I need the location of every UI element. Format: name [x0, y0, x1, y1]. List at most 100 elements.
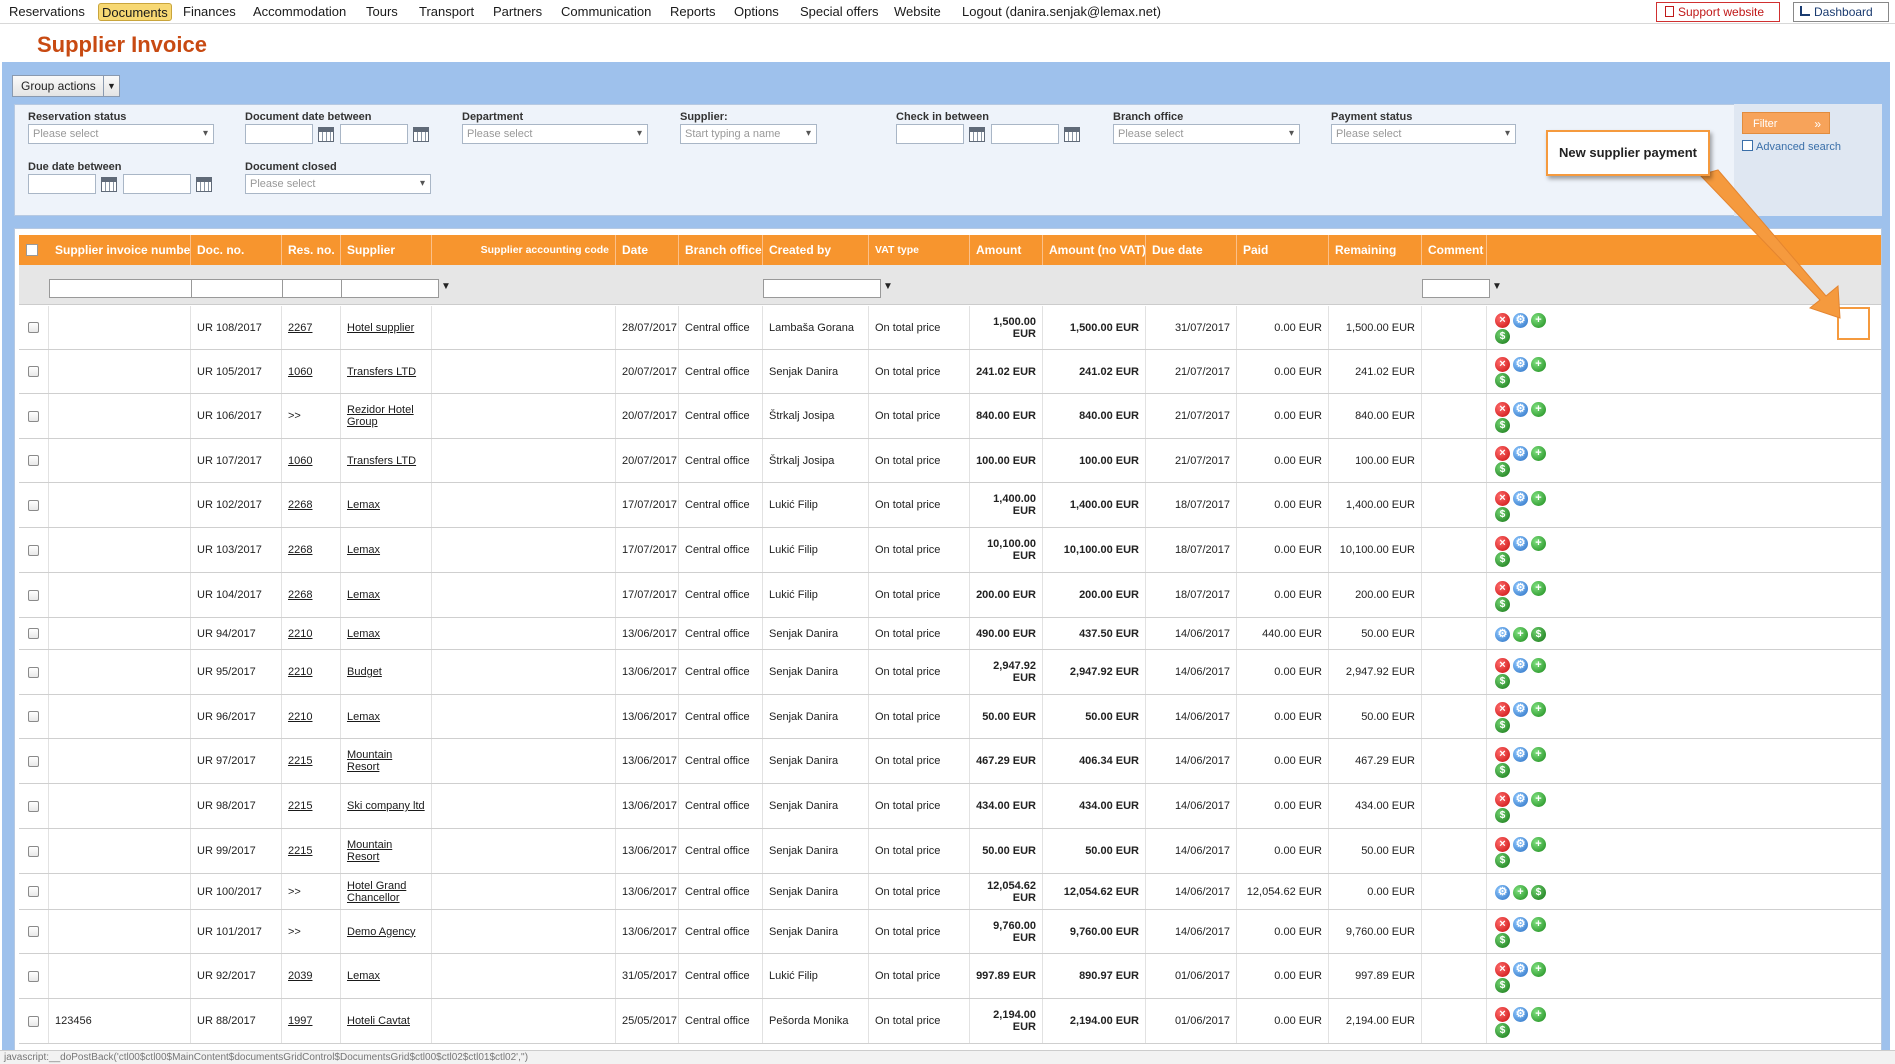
cell-text[interactable]: >> [288, 410, 301, 422]
add-payment-icon[interactable]: + [1513, 885, 1528, 900]
row-checkbox[interactable] [28, 755, 39, 767]
document-date-to-input[interactable] [340, 124, 408, 144]
supplier-link[interactable]: Lemax [347, 628, 380, 640]
document-date-from-input[interactable] [245, 124, 313, 144]
delete-icon[interactable]: × [1495, 490, 1510, 506]
table-row[interactable]: UR 108/2017 2267 Hotel supplier 28/07/2017 C… [19, 306, 1881, 350]
calendar-icon[interactable] [318, 127, 334, 142]
gear-icon[interactable]: ⚙ [1513, 313, 1528, 328]
nav-item-communication[interactable]: Communication [558, 3, 654, 21]
nav-item-reports[interactable]: Reports [667, 3, 719, 21]
supplier-link[interactable]: Lemax [347, 544, 380, 556]
reservation-link[interactable]: 2039 [288, 970, 312, 982]
calendar-icon[interactable] [101, 177, 117, 192]
column-header-vat-type[interactable]: VAT type [869, 235, 970, 265]
reservation-link[interactable]: 2210 [288, 711, 312, 723]
delete-icon[interactable]: × [1495, 313, 1510, 328]
supplier-link[interactable]: Transfers LTD [347, 455, 416, 467]
column-header-amount-no-vat[interactable]: Amount (no VAT) [1043, 235, 1146, 265]
nav-item-special-offers[interactable]: Special offers [797, 3, 882, 21]
supplier-link[interactable]: Ski company ltd [347, 800, 425, 812]
nav-item-tours[interactable]: Tours [363, 3, 401, 21]
nav-item-documents[interactable]: Documents [98, 3, 172, 21]
due-date-to-input[interactable] [123, 174, 191, 194]
reservation-link[interactable]: 2268 [288, 589, 312, 601]
gear-icon[interactable]: ⚙ [1495, 885, 1510, 900]
supplier-link[interactable]: Hoteli Cavtat [347, 1015, 410, 1027]
table-row[interactable]: UR 105/2017 1060 Transfers LTD 20/07/2017 Ce… [19, 350, 1881, 394]
add-payment-icon[interactable]: + [1531, 657, 1546, 673]
dollar-icon[interactable]: $ [1531, 627, 1546, 642]
supplier-link[interactable]: Hotel supplier [347, 322, 414, 334]
row-checkbox[interactable] [28, 410, 39, 422]
gear-icon[interactable]: ⚙ [1513, 791, 1528, 807]
add-payment-icon[interactable]: + [1531, 961, 1546, 977]
dollar-icon[interactable]: $ [1495, 933, 1510, 948]
table-row[interactable]: UR 102/2017 2268 Lemax 17/07/2017 Central of… [19, 483, 1881, 528]
chevron-down-icon[interactable]: ▼ [441, 281, 451, 292]
check-in-to-input[interactable] [991, 124, 1059, 144]
column-header-supplier-accounting-code[interactable]: Supplier accounting code [432, 235, 616, 265]
delete-icon[interactable]: × [1495, 1006, 1510, 1022]
column-header-created-by[interactable]: Created by [763, 235, 869, 265]
delete-icon[interactable]: × [1495, 401, 1510, 417]
supplier-filter[interactable] [341, 279, 439, 298]
gear-icon[interactable]: ⚙ [1513, 702, 1528, 717]
table-row[interactable]: UR 106/2017 >> Rezidor Hotel Group 20/07/20… [19, 394, 1881, 439]
gear-icon[interactable]: ⚙ [1513, 357, 1528, 372]
column-header-branch-office[interactable]: Branch office [679, 235, 763, 265]
row-checkbox[interactable] [28, 970, 39, 982]
add-payment-icon[interactable]: + [1531, 791, 1546, 807]
cell-text[interactable]: >> [288, 926, 301, 938]
table-row[interactable]: UR 98/2017 2215 Ski company ltd 13/06/2017 C… [19, 784, 1881, 829]
delete-icon[interactable]: × [1495, 917, 1510, 932]
gear-icon[interactable]: ⚙ [1513, 535, 1528, 551]
reservation-link[interactable]: 2268 [288, 544, 312, 556]
dollar-icon[interactable]: $ [1495, 762, 1510, 778]
gear-icon[interactable]: ⚙ [1513, 446, 1528, 461]
gear-icon[interactable]: ⚙ [1513, 580, 1528, 596]
gear-icon[interactable]: ⚙ [1513, 1006, 1528, 1022]
doc-no-filter[interactable] [191, 279, 289, 298]
dollar-icon[interactable]: $ [1495, 977, 1510, 993]
row-checkbox[interactable] [28, 800, 39, 812]
reservation-link[interactable]: 2267 [288, 322, 312, 334]
branch-office-select[interactable]: Please select [1113, 124, 1300, 144]
document-closed-select[interactable]: Please select [245, 174, 431, 194]
chevron-down-icon[interactable]: ▼ [883, 281, 893, 292]
row-checkbox[interactable] [28, 666, 39, 678]
delete-icon[interactable]: × [1495, 746, 1510, 762]
row-checkbox[interactable] [28, 886, 39, 897]
add-payment-icon[interactable]: + [1531, 446, 1546, 461]
comment-filter[interactable] [1422, 279, 1490, 298]
table-row[interactable]: UR 104/2017 2268 Lemax 17/07/2017 Central of… [19, 573, 1881, 618]
row-checkbox[interactable] [28, 1015, 39, 1027]
dollar-icon[interactable]: $ [1495, 506, 1510, 522]
dollar-icon[interactable]: $ [1495, 673, 1510, 689]
column-header-comment[interactable]: Comment [1422, 235, 1487, 265]
dollar-icon[interactable]: $ [1531, 885, 1546, 900]
reservation-link[interactable]: 2215 [288, 845, 312, 857]
add-payment-icon[interactable]: + [1531, 357, 1546, 372]
dollar-icon[interactable]: $ [1495, 807, 1510, 823]
created-by-filter[interactable] [763, 279, 881, 298]
add-payment-icon[interactable]: + [1531, 490, 1546, 506]
table-row[interactable]: UR 94/2017 2210 Lemax 13/06/2017 Central off… [19, 618, 1881, 650]
filter-button[interactable]: Filter » [1742, 112, 1830, 134]
chevron-down-icon[interactable]: ▼ [1492, 281, 1502, 292]
calendar-icon[interactable] [1064, 127, 1080, 142]
column-header-date[interactable]: Date [616, 235, 679, 265]
cell-text[interactable]: >> [288, 886, 301, 898]
row-checkbox[interactable] [28, 926, 39, 937]
select-all-checkbox[interactable] [26, 244, 38, 256]
delete-icon[interactable]: × [1495, 535, 1510, 551]
gear-icon[interactable]: ⚙ [1513, 961, 1528, 977]
table-row[interactable]: UR 99/2017 2215 Mountain Resort 13/06/2017 C… [19, 829, 1881, 874]
supplier-link[interactable]: Demo Agency [347, 926, 415, 938]
nav-item-transport[interactable]: Transport [416, 3, 477, 21]
delete-icon[interactable]: × [1495, 836, 1510, 852]
dollar-icon[interactable]: $ [1495, 1022, 1510, 1038]
row-checkbox[interactable] [28, 711, 39, 722]
supplier-link[interactable]: Lemax [347, 970, 380, 982]
row-checkbox[interactable] [28, 366, 39, 377]
